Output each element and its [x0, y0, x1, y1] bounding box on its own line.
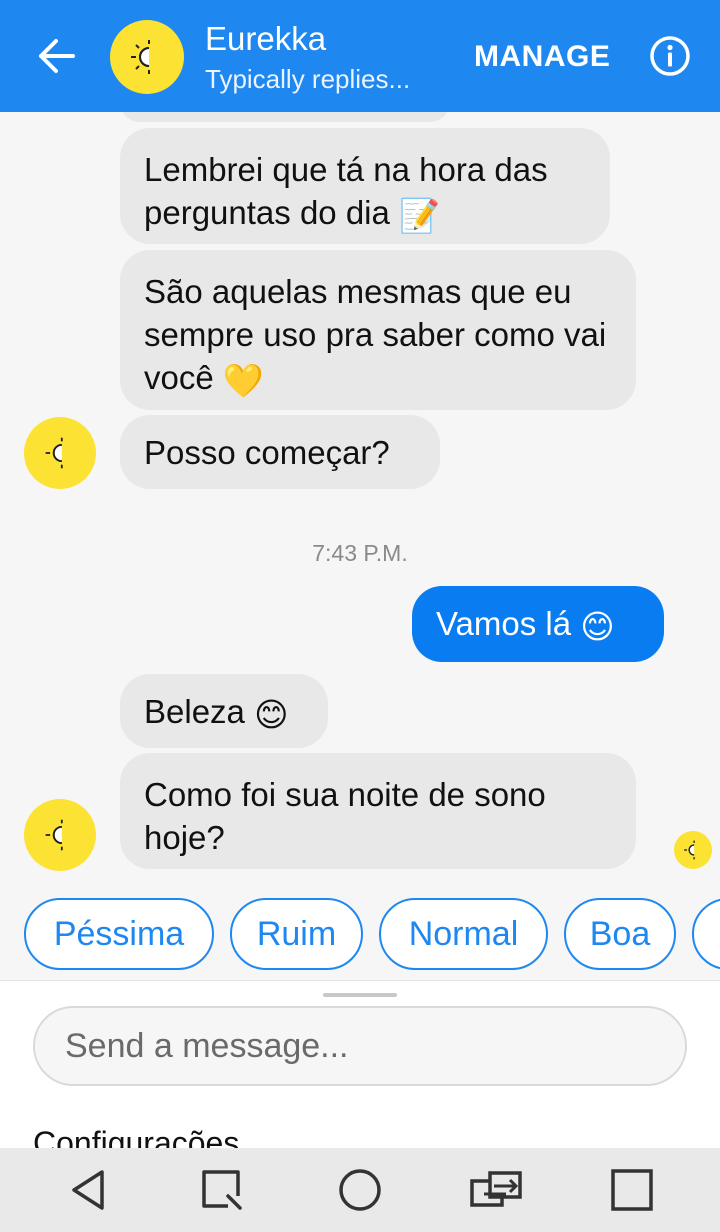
- message-text: Vamos lá: [436, 605, 572, 642]
- seen-indicator-avatar: [674, 831, 712, 869]
- chat-subtitle: Typically replies...: [205, 64, 411, 94]
- quick-reply-pessima[interactable]: Péssima: [24, 898, 214, 970]
- yellow-heart-icon: 💛: [222, 361, 264, 399]
- quick-reply-normal[interactable]: Normal: [379, 898, 548, 970]
- nav-switch-app-button[interactable]: [468, 1164, 524, 1216]
- smiling-face-icon: 😊: [254, 695, 289, 733]
- message-bubble[interactable]: Como foi sua noite de sono hoje?: [120, 753, 636, 869]
- quick-replies[interactable]: Péssima Ruim Normal Boa: [0, 898, 720, 972]
- system-navigation-bar: [0, 1148, 720, 1232]
- message-bubble[interactable]: Beleza 😊: [120, 674, 328, 748]
- message-text: Como foi sua noite de sono hoje?: [144, 776, 546, 856]
- message-input[interactable]: [33, 1006, 687, 1086]
- sun-logo-icon: [684, 840, 701, 860]
- avatar[interactable]: [110, 20, 184, 94]
- quick-reply-more[interactable]: [692, 898, 720, 970]
- switch-app-icon: [470, 1171, 522, 1207]
- back-button[interactable]: [30, 30, 82, 82]
- chat-title[interactable]: Eurekka: [205, 20, 326, 58]
- sun-logo-icon: [45, 437, 73, 469]
- composer: Configurações: [0, 980, 720, 1150]
- message-bubble[interactable]: São aquelas mesmas que eu sempre uso pra…: [120, 250, 636, 410]
- quick-reply-ruim[interactable]: Ruim: [230, 898, 363, 970]
- nav-recents-button[interactable]: [604, 1164, 660, 1216]
- bot-avatar[interactable]: [24, 799, 96, 871]
- message-text: Posso começar?: [144, 434, 390, 471]
- settings-menu-label[interactable]: Configurações: [33, 1123, 239, 1149]
- message-bubble-outgoing[interactable]: Vamos lá 😊: [412, 586, 664, 662]
- sun-logo-icon: [131, 40, 161, 74]
- info-icon: [650, 36, 690, 76]
- manage-button[interactable]: MANAGE: [474, 40, 610, 74]
- previous-message-bubble: [120, 112, 450, 122]
- info-button[interactable]: [648, 34, 692, 78]
- timestamp: 7:43 P.M.: [312, 540, 408, 566]
- nav-back-button[interactable]: [60, 1164, 116, 1216]
- memo-icon: 📝: [399, 196, 441, 234]
- back-triangle-icon: [72, 1170, 104, 1210]
- screenshot-icon: [202, 1170, 242, 1210]
- message-list[interactable]: Lembrei que tá na hora das perguntas do …: [0, 112, 720, 980]
- drag-handle[interactable]: [323, 993, 397, 997]
- recents-square-icon: [611, 1169, 653, 1211]
- chat-header: Eurekka Typically replies... MANAGE: [0, 0, 720, 112]
- message-text: Lembrei que tá na hora das perguntas do …: [144, 151, 548, 231]
- sun-logo-icon: [45, 819, 73, 851]
- quick-reply-boa[interactable]: Boa: [564, 898, 676, 970]
- nav-screenshot-button[interactable]: [194, 1164, 250, 1216]
- message-bubble[interactable]: Lembrei que tá na hora das perguntas do …: [120, 128, 610, 244]
- home-circle-icon: [339, 1169, 381, 1211]
- nav-home-button[interactable]: [332, 1164, 388, 1216]
- message-bubble[interactable]: Posso começar?: [120, 415, 440, 489]
- bot-avatar[interactable]: [24, 417, 96, 489]
- smiling-face-icon: 😊: [580, 607, 615, 645]
- message-text: São aquelas mesmas que eu sempre uso pra…: [144, 273, 607, 396]
- arrow-left-icon: [39, 39, 75, 73]
- message-text: Beleza: [144, 693, 245, 730]
